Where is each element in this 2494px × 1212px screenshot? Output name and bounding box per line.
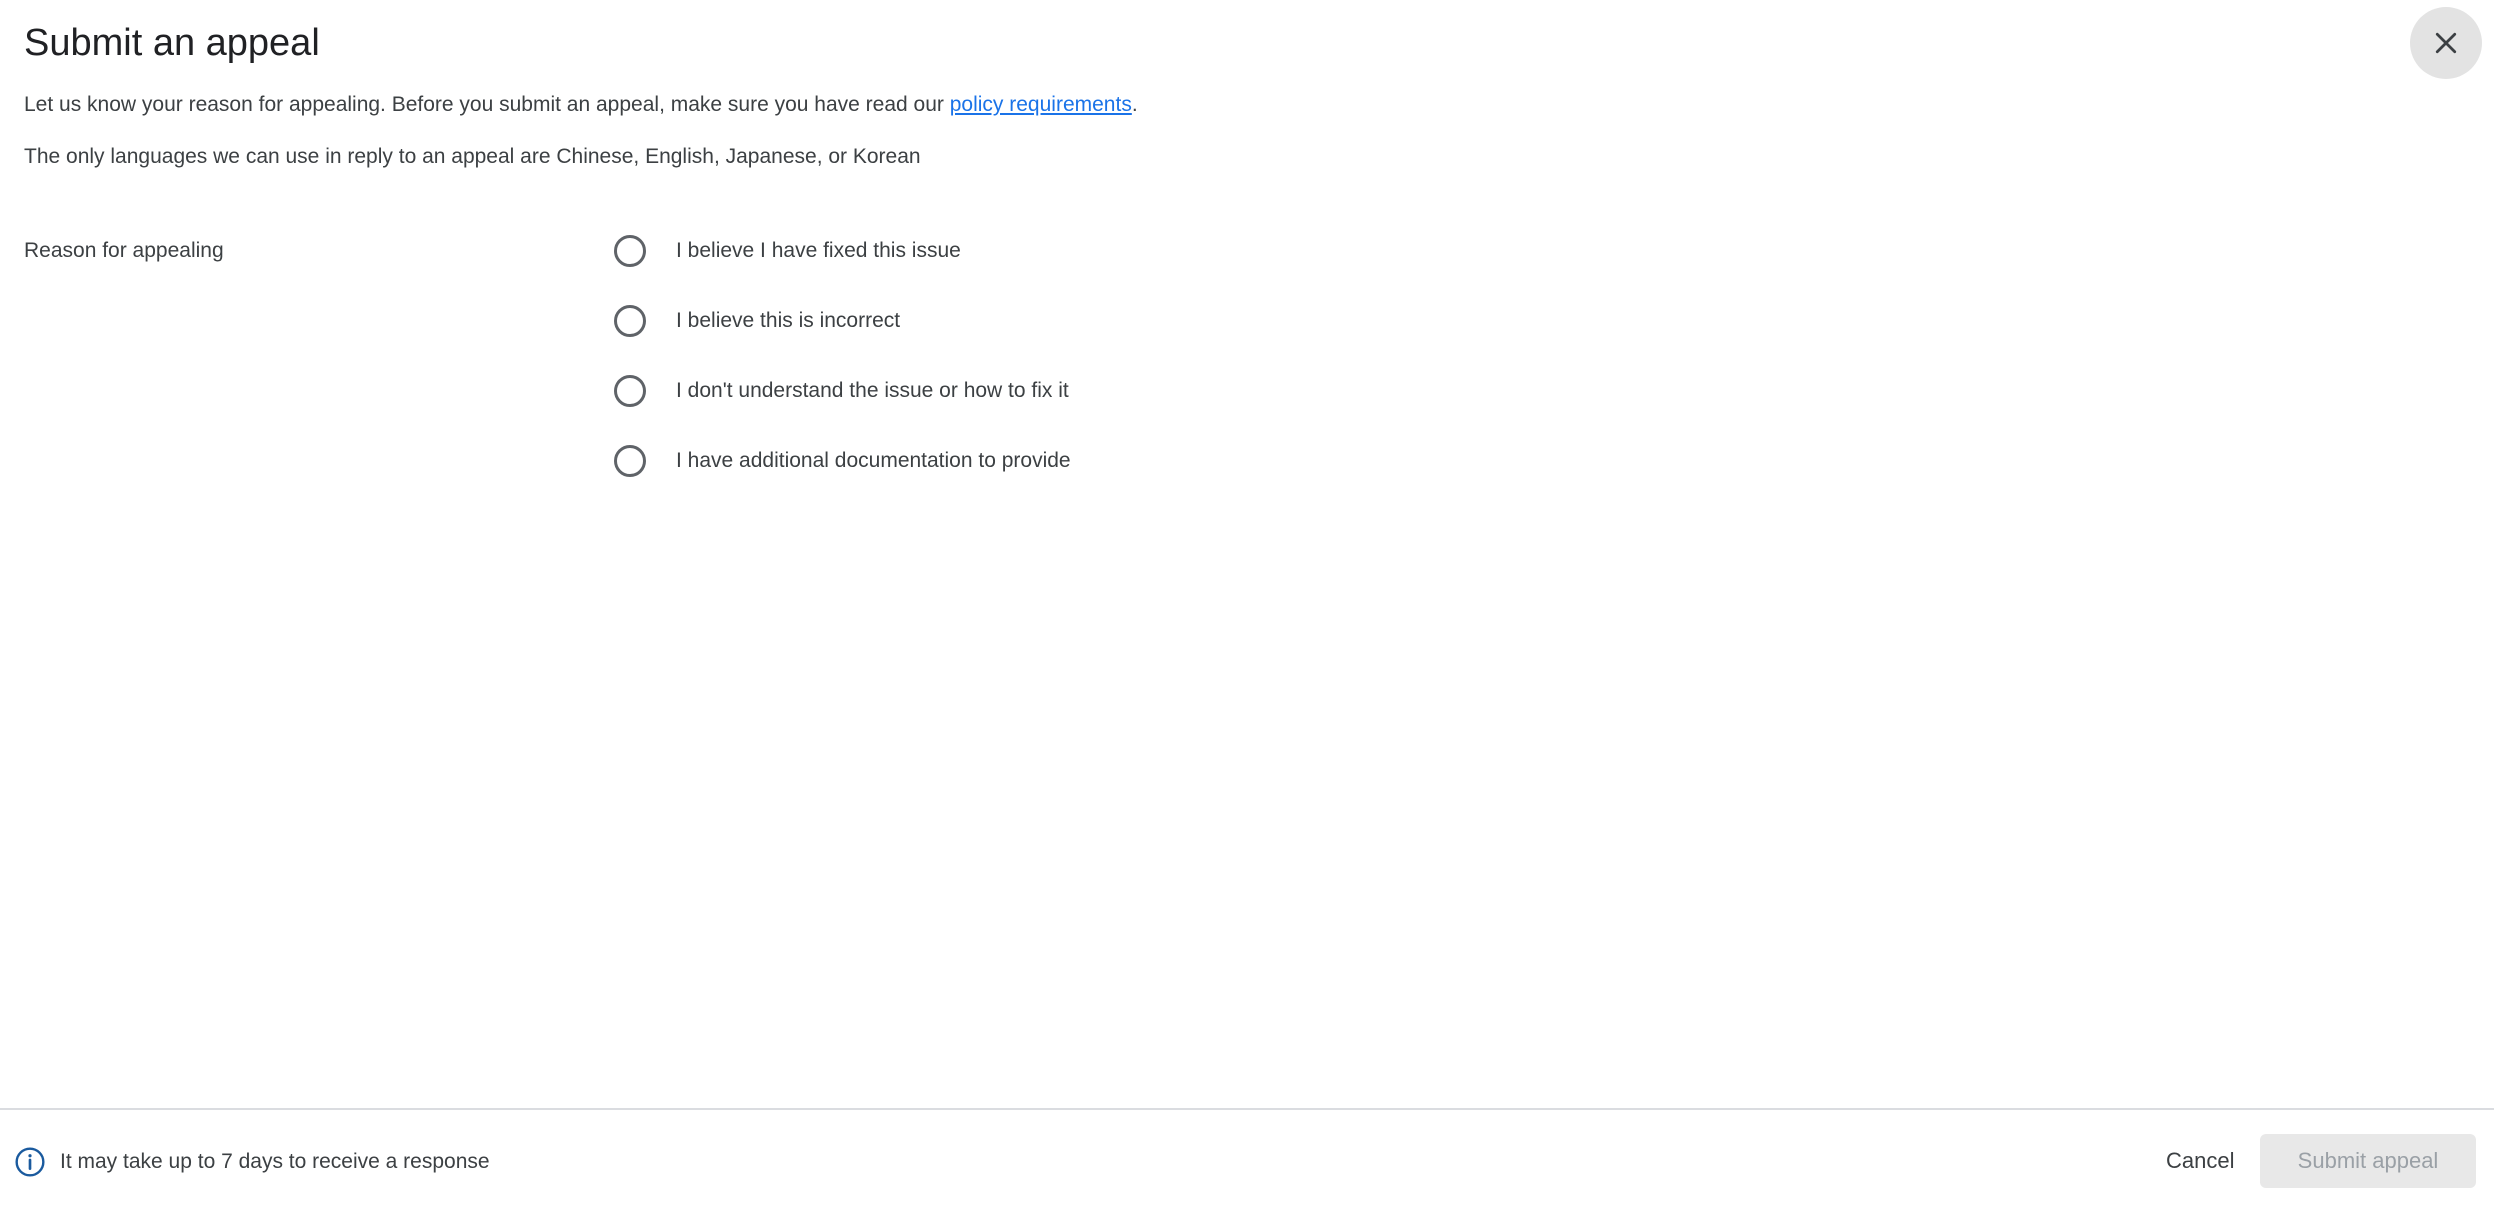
reason-option-label: I have additional documentation to provi… [676,449,1071,472]
response-time-note: It may take up to 7 days to receive a re… [60,1150,490,1173]
reason-option-incorrect[interactable]: I believe this is incorrect [614,302,1071,340]
radio-button[interactable] [614,375,646,407]
close-button[interactable] [2410,7,2482,79]
close-icon [2435,32,2457,54]
info-icon [15,1147,45,1177]
radio-button[interactable] [614,305,646,337]
reason-option-documentation[interactable]: I have additional documentation to provi… [614,442,1071,480]
cancel-button[interactable]: Cancel [2150,1134,2250,1188]
reason-label: Reason for appealing [24,239,224,262]
reason-option-dont-understand[interactable]: I don't understand the issue or how to f… [614,372,1071,410]
intro-text: Let us know your reason for appealing. B… [24,90,1138,120]
reason-options: I believe I have fixed this issue I beli… [614,232,1071,512]
reason-option-fixed[interactable]: I believe I have fixed this issue [614,232,1071,270]
language-note: The only languages we can use in reply t… [24,145,921,168]
reason-option-label: I believe I have fixed this issue [676,239,961,262]
radio-button[interactable] [614,235,646,267]
submit-appeal-button[interactable]: Submit appeal [2260,1134,2476,1188]
intro-text-before: Let us know your reason for appealing. B… [24,93,950,116]
reason-option-label: I don't understand the issue or how to f… [676,379,1069,402]
radio-button[interactable] [614,445,646,477]
intro-text-after: . [1131,93,1138,116]
reason-option-label: I believe this is incorrect [676,309,901,332]
policy-requirements-link[interactable]: policy requirements [950,93,1132,116]
appeal-dialog: Submit an appeal Let us know your reason… [0,0,2494,1212]
dialog-title: Submit an appeal [24,22,320,64]
dialog-footer: It may take up to 7 days to receive a re… [0,1110,2494,1212]
